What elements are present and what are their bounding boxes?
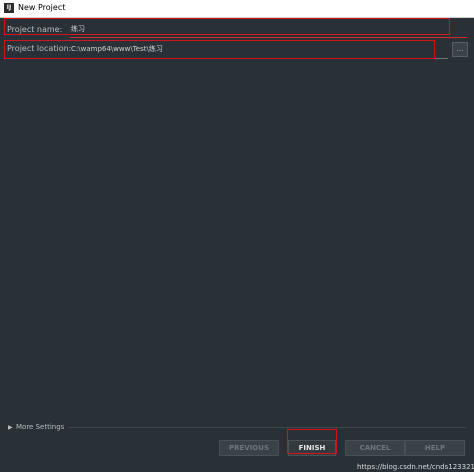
more-settings-separator: [68, 427, 466, 428]
chevron-right-icon: ▶: [8, 423, 13, 431]
project-name-error-underline: [70, 37, 467, 38]
dialog-body: Project name: 练习 Project location: C:\wa…: [0, 17, 474, 471]
browse-button[interactable]: ...: [452, 42, 468, 57]
project-location-underline: [68, 58, 448, 59]
project-name-label: Project name:: [7, 25, 63, 34]
project-name-row: Project name: 练习: [0, 22, 474, 38]
project-location-row: Project location: C:\wamp64\www\Test\练习 …: [0, 41, 474, 59]
window-title: New Project: [18, 3, 66, 12]
more-settings-label: More Settings: [16, 423, 65, 431]
project-location-input[interactable]: C:\wamp64\www\Test\练习: [68, 43, 451, 56]
finish-button[interactable]: FINISH: [288, 440, 336, 456]
cancel-button[interactable]: CANCEL: [345, 440, 405, 456]
help-button[interactable]: HELP: [405, 440, 465, 456]
project-name-input[interactable]: 练习: [70, 23, 451, 36]
previous-button[interactable]: PREVIOUS: [219, 440, 279, 456]
more-settings-toggle[interactable]: ▶ More Settings: [8, 421, 64, 433]
intellij-app-icon: IJ: [4, 3, 14, 13]
title-bar: IJ New Project: [0, 0, 474, 18]
project-location-label: Project location:: [7, 44, 72, 53]
watermark-text: https://blog.csdn.net/cnds123321: [357, 463, 474, 471]
